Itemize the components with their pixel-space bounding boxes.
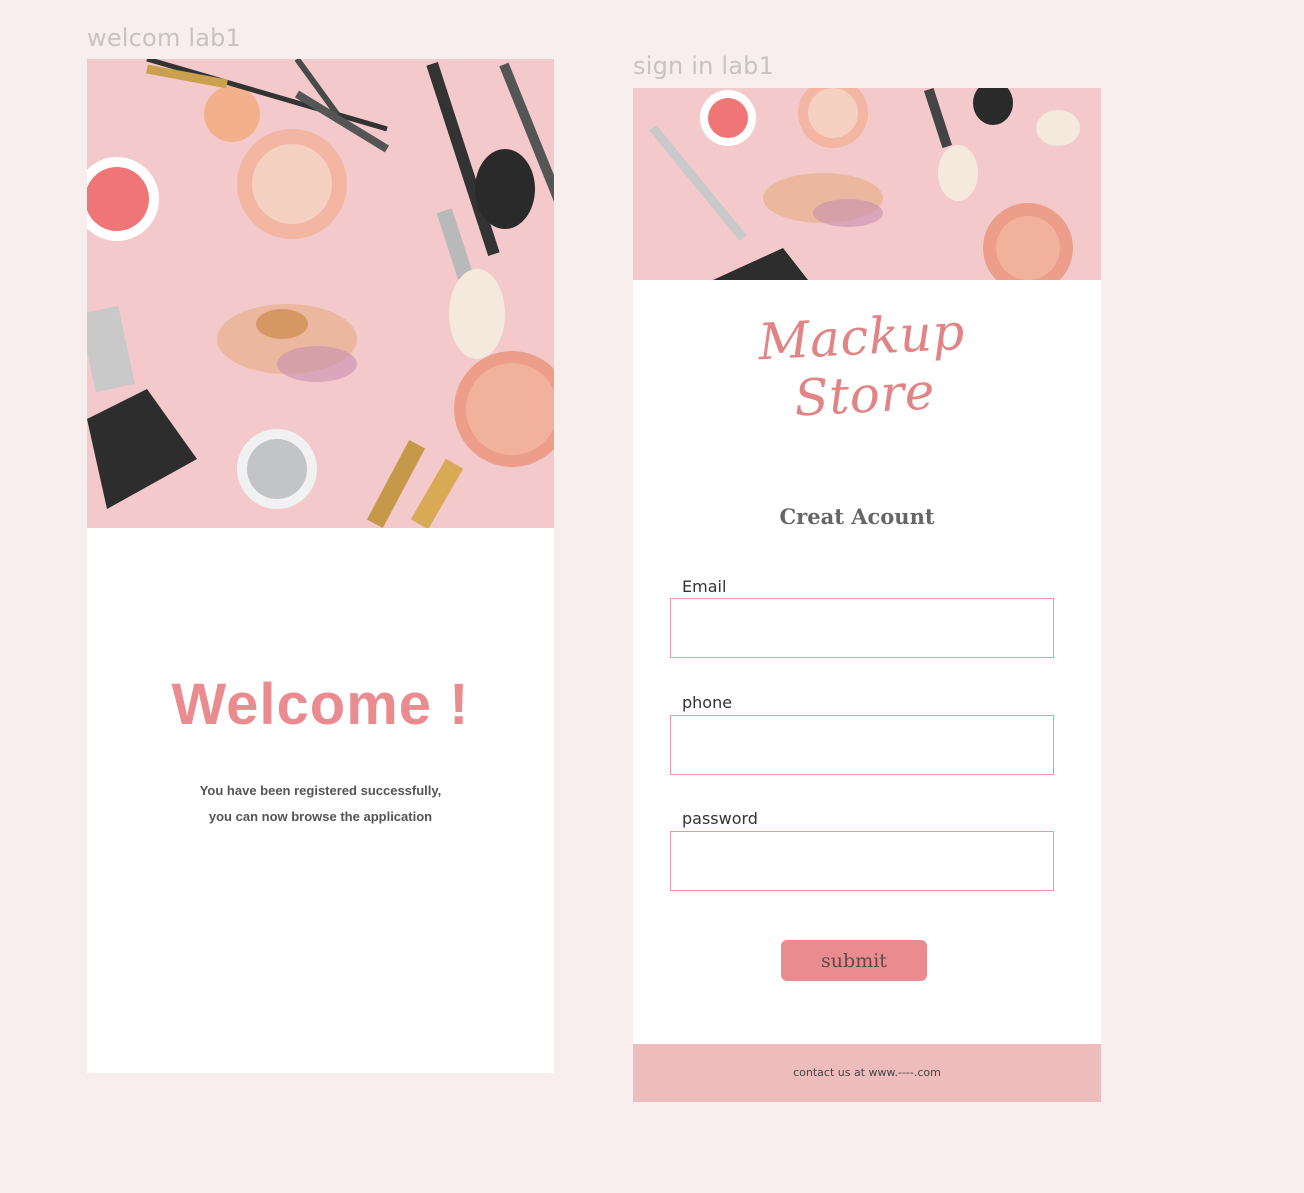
phone-label: phone <box>682 693 733 712</box>
password-field[interactable] <box>670 831 1054 891</box>
frame-label-welcome: welcom lab1 <box>87 24 242 52</box>
footer-contact-text: contact us at www.----.com <box>793 1066 941 1079</box>
welcome-title: Welcome ! <box>171 672 470 737</box>
email-field[interactable] <box>670 598 1054 658</box>
signin-screen: Mackup Store Creat Acount Email phone pa… <box>633 88 1101 1102</box>
welcome-message-line-2: you can now browse the application <box>208 809 433 824</box>
submit-button[interactable]: submit <box>781 940 927 981</box>
welcome-message-line-1: You have been registered successfully, <box>199 783 442 798</box>
brand-logo-text: Mackup Store <box>756 302 967 428</box>
email-label: Email <box>682 577 727 596</box>
frame-label-signin: sign in lab1 <box>633 52 775 80</box>
contact-footer: contact us at www.----.com <box>633 1044 1101 1102</box>
create-account-title: Creat Acount <box>779 504 935 529</box>
password-label: password <box>682 809 758 828</box>
phone-field[interactable] <box>670 715 1054 775</box>
makeup-hero-image <box>87 59 554 528</box>
makeup-hero-image <box>633 88 1101 280</box>
welcome-screen: Welcome ! You have been registered succe… <box>87 59 554 1073</box>
